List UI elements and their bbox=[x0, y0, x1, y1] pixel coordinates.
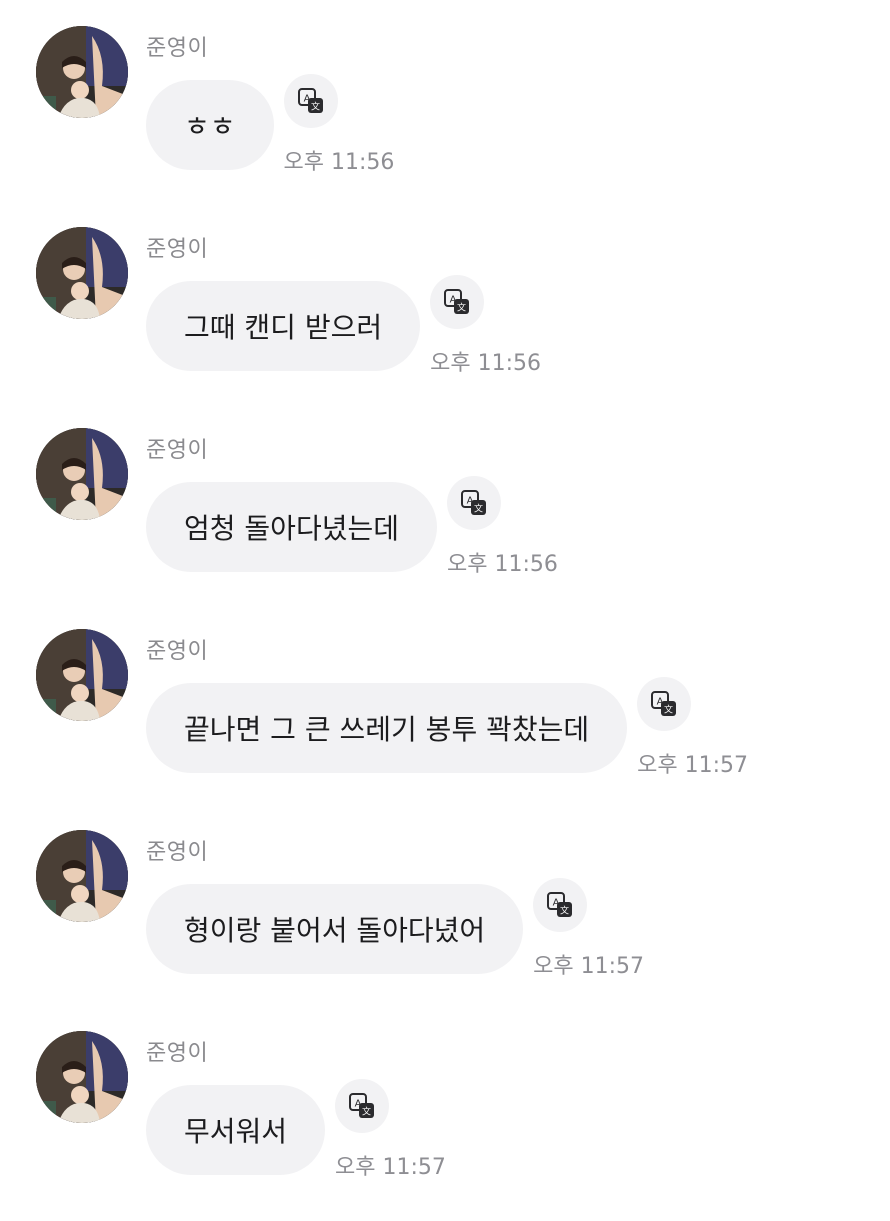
translate-icon: A 文 bbox=[547, 892, 573, 917]
avatar-image bbox=[36, 26, 128, 118]
timestamp: 오후 11:57 bbox=[335, 1155, 446, 1180]
translate-icon: A 文 bbox=[651, 691, 677, 716]
message-item: 준영이 그때 캔디 받으러 A 文 오후 11:56 bbox=[0, 227, 890, 417]
message-row: 끝나면 그 큰 쓰레기 봉투 꽉찼는데 A 文 오후 11:57 bbox=[146, 677, 777, 803]
message-bubble[interactable]: 엄청 돌아다녔는데 bbox=[146, 482, 437, 572]
message-bubble[interactable]: 끝나면 그 큰 쓰레기 봉투 꽉찼는데 bbox=[146, 683, 628, 773]
svg-text:文: 文 bbox=[664, 704, 673, 716]
message-row: 그때 캔디 받으러 A 文 오후 11:56 bbox=[146, 275, 570, 401]
avatar-image bbox=[36, 629, 128, 721]
avatar[interactable] bbox=[36, 227, 128, 319]
message-item: 준영이 끝나면 그 큰 쓰레기 봉투 꽉찼는데 A 文 오후 11:57 bbox=[0, 629, 890, 819]
avatar-image bbox=[36, 428, 128, 520]
avatar-image bbox=[36, 830, 128, 922]
message-item: 준영이 ㅎㅎ A 文 오후 11:56 bbox=[0, 26, 890, 216]
svg-text:文: 文 bbox=[474, 503, 483, 515]
message-bubble[interactable]: 무서워서 bbox=[146, 1085, 326, 1175]
message-bubble[interactable]: ㅎㅎ bbox=[146, 80, 274, 170]
message-meta: A 文 오후 11:57 bbox=[335, 1079, 475, 1205]
message-item: 준영이 엄청 돌아다녔는데 A 文 오후 11:56 bbox=[0, 428, 890, 618]
avatar[interactable] bbox=[36, 26, 128, 118]
svg-text:文: 文 bbox=[362, 1106, 371, 1118]
message-row: 형이랑 붙어서 돌아다녔어 A 文 오후 11:57 bbox=[146, 878, 673, 1004]
message-item: 준영이 무서워서 A 文 오후 11:57 bbox=[0, 1031, 890, 1221]
timestamp: 오후 11:56 bbox=[430, 351, 541, 376]
chat-thread: 준영이 ㅎㅎ A 文 오후 11:56 준영이 그때 캔디 받으러 A 文 오후… bbox=[0, 0, 890, 1200]
message-row: 무서워서 A 文 오후 11:57 bbox=[146, 1079, 475, 1205]
translate-icon: A 文 bbox=[444, 289, 470, 314]
avatar-image bbox=[36, 1031, 128, 1123]
message-meta: A 文 오후 11:56 bbox=[430, 275, 570, 401]
message-meta: A 文 오후 11:57 bbox=[637, 677, 777, 803]
svg-text:文: 文 bbox=[560, 905, 569, 917]
message-meta: A 文 오후 11:56 bbox=[283, 74, 424, 200]
avatar-image bbox=[36, 227, 128, 319]
sender-name: 준영이 bbox=[146, 438, 209, 463]
sender-name: 준영이 bbox=[146, 1041, 209, 1066]
avatar[interactable] bbox=[36, 629, 128, 721]
sender-name: 준영이 bbox=[146, 237, 209, 262]
svg-text:文: 文 bbox=[457, 302, 466, 314]
translate-button[interactable]: A 文 bbox=[430, 275, 485, 329]
message-bubble[interactable]: 형이랑 붙어서 돌아다녔어 bbox=[146, 884, 524, 974]
message-meta: A 文 오후 11:57 bbox=[533, 878, 673, 1004]
translate-button[interactable]: A 文 bbox=[335, 1079, 390, 1133]
message-meta: A 文 오후 11:56 bbox=[446, 476, 587, 602]
avatar[interactable] bbox=[36, 1031, 128, 1123]
translate-icon: A 文 bbox=[460, 490, 486, 515]
translate-icon: A 文 bbox=[297, 88, 323, 113]
sender-name: 준영이 bbox=[146, 840, 209, 865]
avatar[interactable] bbox=[36, 830, 128, 922]
translate-button[interactable]: A 文 bbox=[637, 677, 692, 731]
message-row: 엄청 돌아다녔는데 A 文 오후 11:56 bbox=[146, 476, 587, 602]
timestamp: 오후 11:56 bbox=[283, 150, 395, 175]
translate-button[interactable]: A 文 bbox=[283, 74, 338, 128]
timestamp: 오후 11:57 bbox=[637, 753, 749, 778]
sender-name: 준영이 bbox=[146, 36, 209, 61]
svg-text:文: 文 bbox=[311, 101, 320, 113]
message-row: ㅎㅎ A 文 오후 11:56 bbox=[146, 74, 424, 200]
translate-icon: A 文 bbox=[349, 1093, 375, 1118]
avatar[interactable] bbox=[36, 428, 128, 520]
translate-button[interactable]: A 文 bbox=[533, 878, 588, 932]
message-bubble[interactable]: 그때 캔디 받으러 bbox=[146, 281, 421, 371]
timestamp: 오후 11:57 bbox=[533, 954, 645, 979]
sender-name: 준영이 bbox=[146, 639, 209, 664]
message-item: 준영이 형이랑 붙어서 돌아다녔어 A 文 오후 11:57 bbox=[0, 830, 890, 1020]
timestamp: 오후 11:56 bbox=[446, 552, 558, 577]
translate-button[interactable]: A 文 bbox=[446, 476, 501, 530]
